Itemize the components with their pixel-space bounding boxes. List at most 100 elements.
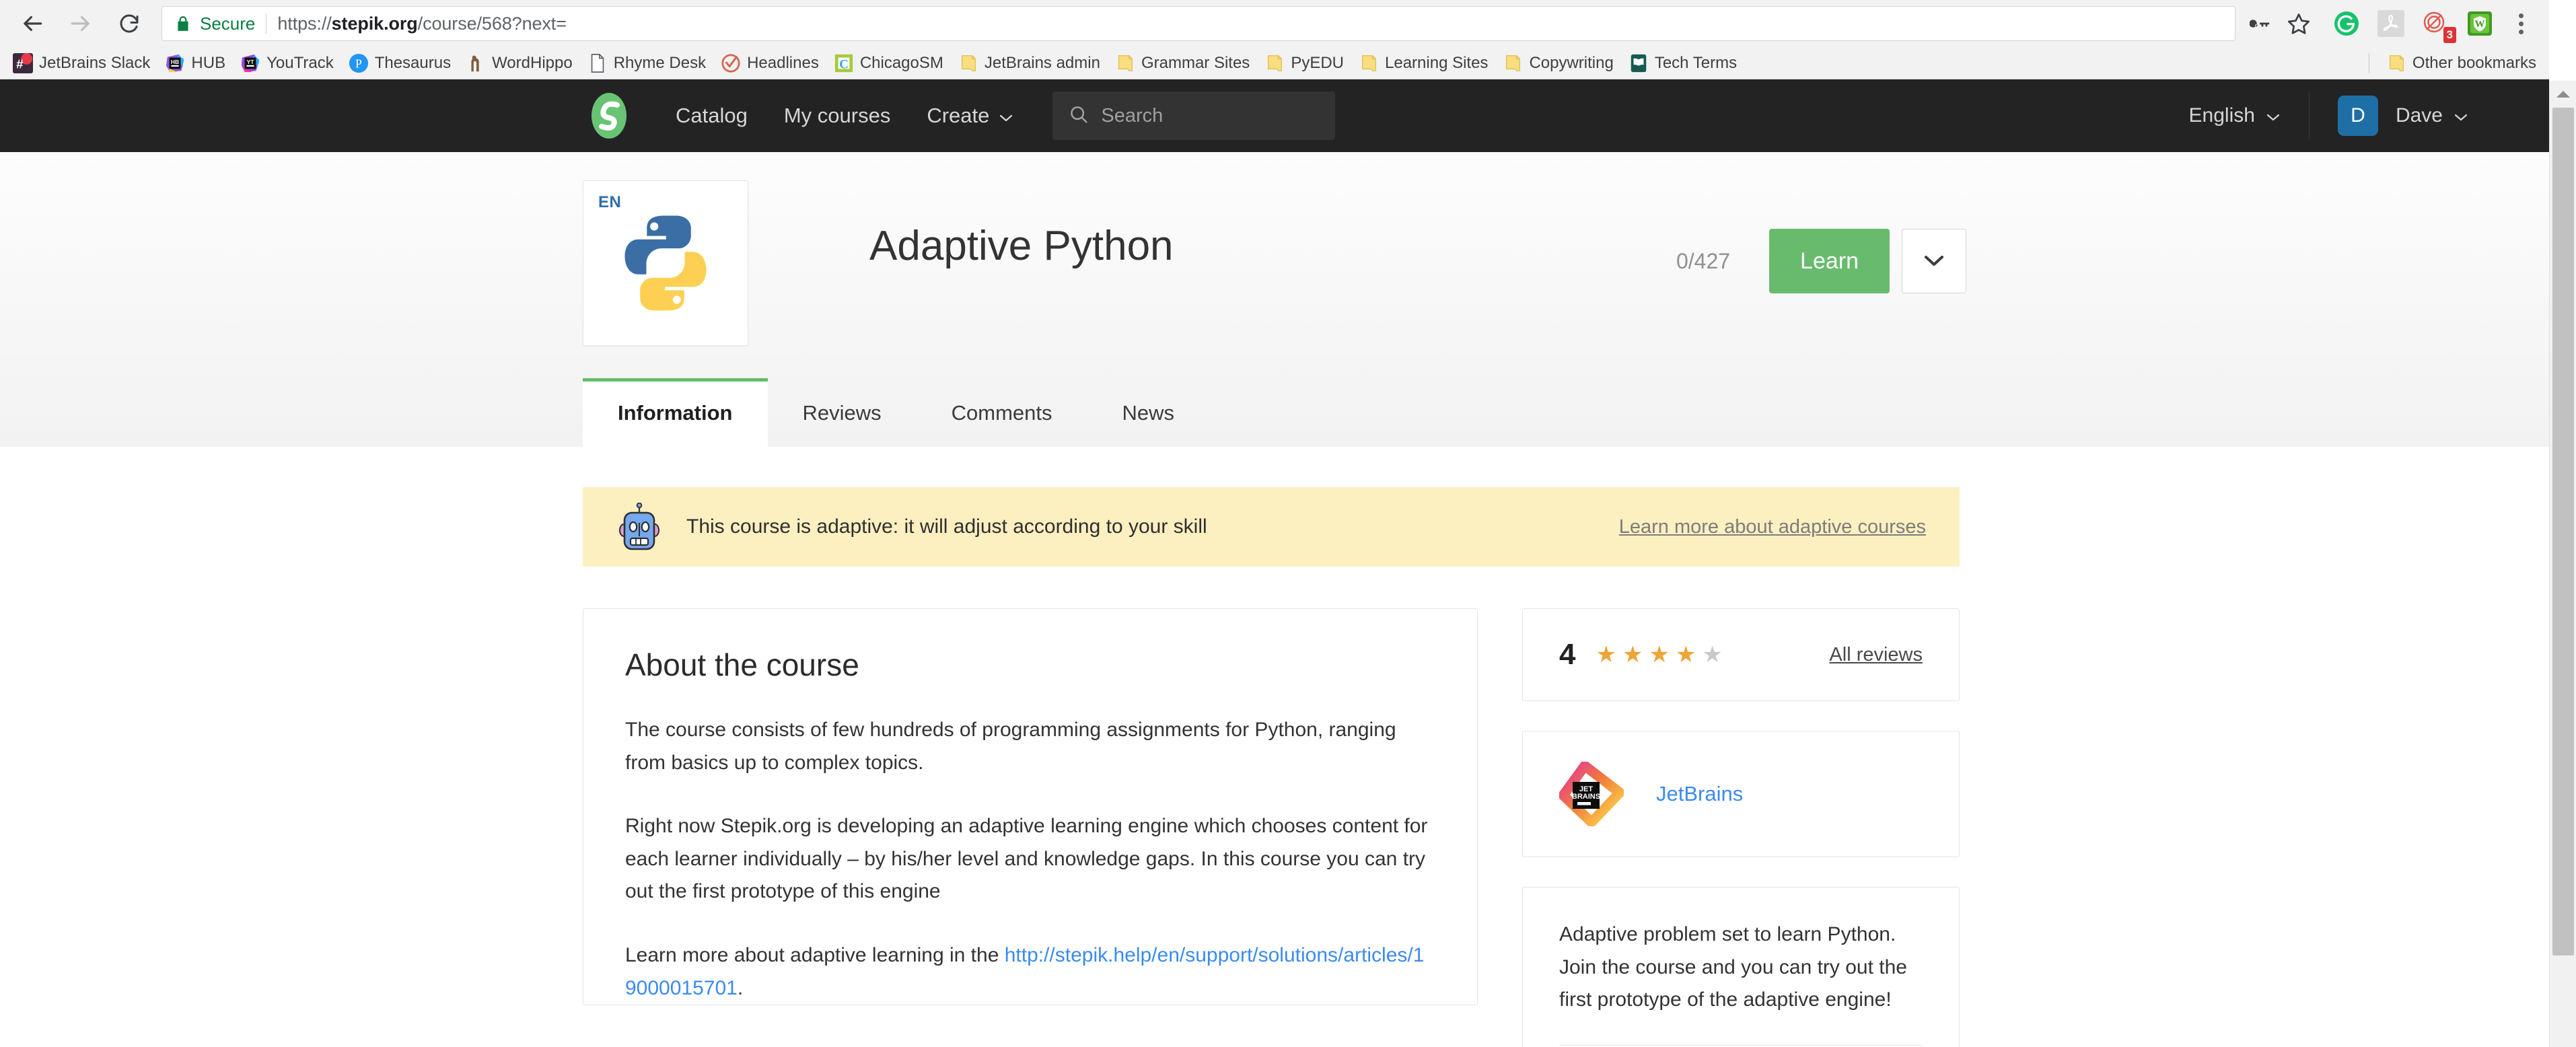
nav-create-label: Create — [927, 104, 990, 127]
svg-text:#: # — [16, 57, 24, 71]
book-icon — [1631, 54, 1647, 72]
bookmark-label: WordHippo — [492, 53, 573, 72]
lock-icon — [174, 15, 192, 32]
bookmark-copywriting[interactable]: Copywriting — [1495, 50, 1620, 76]
three-dot-menu-icon[interactable] — [2502, 1, 2540, 46]
bookmark-learning-sites[interactable]: Learning Sites — [1351, 50, 1495, 76]
url-host: stepik.org — [331, 13, 418, 34]
other-bookmarks-label: Other bookmarks — [2412, 53, 2536, 72]
bookmark-hub[interactable]: HB HUB — [157, 50, 233, 76]
adblock-extension-icon[interactable]: 3 — [2413, 1, 2458, 46]
tab-news[interactable]: News — [1087, 378, 1210, 447]
folder-icon — [2389, 55, 2404, 71]
bookmark-label: Headlines — [747, 53, 819, 72]
bookmark-headlines[interactable]: Headlines — [713, 50, 826, 76]
document-icon — [591, 53, 604, 73]
star-empty-5: ★ — [1702, 642, 1723, 667]
bookmark-jetbrains-slack[interactable]: # JetBrains Slack — [5, 50, 157, 76]
address-bar[interactable]: Secure https://stepik.org/course/568?nex… — [162, 6, 2235, 41]
tab-comments[interactable]: Comments — [917, 378, 1087, 447]
search-input[interactable] — [1101, 104, 1320, 127]
jetbrains-youtrack-icon: YT — [241, 54, 260, 72]
site-header: Catalog My courses Create English — [0, 79, 2549, 152]
bookmark-label: PyEDU — [1291, 53, 1344, 72]
nav-my-courses[interactable]: My courses — [784, 104, 890, 128]
folder-icon — [1118, 55, 1133, 71]
star-outline-icon[interactable] — [2281, 6, 2316, 41]
about-course-card: About the course The course consists of … — [583, 608, 1478, 1006]
bookmark-rhyme-desk[interactable]: Rhyme Desk — [580, 50, 713, 76]
grammarly-extension-icon[interactable] — [2324, 1, 2369, 46]
tab-label: Comments — [951, 401, 1052, 425]
star-filled-2: ★ — [1622, 642, 1644, 667]
tab-information[interactable]: Information — [583, 378, 768, 447]
key-icon[interactable] — [2244, 6, 2279, 41]
chevron-down-icon — [2266, 104, 2281, 127]
star-filled-4: ★ — [1675, 642, 1697, 667]
browser-window: Secure https://stepik.org/course/568?nex… — [0, 0, 2576, 1047]
search-box[interactable] — [1052, 92, 1336, 140]
bookmarks-bar: # JetBrains Slack HB HUB YT YouTrack P T… — [0, 47, 2549, 79]
course-header: EN Adaptive Python 0/427 Learn Informati… — [0, 152, 2549, 447]
adobe-acrobat-extension-icon[interactable] — [2369, 1, 2413, 46]
star-filled-1: ★ — [1596, 642, 1617, 667]
nav-my-courses-label: My courses — [783, 104, 891, 127]
nav-catalog[interactable]: Catalog — [676, 104, 748, 128]
bookmark-label: Learning Sites — [1385, 53, 1489, 72]
folder-icon — [1506, 55, 1521, 71]
jetbrains-logo-icon: JET BRAINS — [1559, 762, 1624, 826]
organization-card: JET BRAINS JetBrains — [1522, 731, 1960, 857]
bookmark-thesaurus[interactable]: P Thesaurus — [341, 50, 458, 76]
bookmark-label: HUB — [191, 53, 226, 72]
adaptive-courses-link[interactable]: Learn more about adaptive courses — [1619, 516, 1926, 538]
all-reviews-link[interactable]: All reviews — [1829, 644, 1923, 666]
scroll-up-arrow-icon[interactable] — [2550, 81, 2576, 108]
bookmark-label: Tech Terms — [1654, 53, 1738, 72]
nav-create[interactable]: Create — [927, 104, 1013, 128]
bookmark-youtrack[interactable]: YT YouTrack — [233, 50, 341, 76]
back-arrow-icon[interactable] — [9, 1, 55, 46]
learn-button[interactable]: Learn — [1769, 229, 1890, 293]
reload-icon[interactable] — [106, 1, 152, 46]
tab-label: Reviews — [802, 401, 882, 425]
wordhippo-icon — [471, 55, 479, 71]
browser-toolbar: Secure https://stepik.org/course/568?nex… — [0, 0, 2549, 47]
star-filled-3: ★ — [1649, 642, 1670, 667]
language-label: English — [2188, 104, 2255, 127]
url-path: /course/568?next= — [417, 13, 567, 34]
bookmark-grammar-sites[interactable]: Grammar Sites — [1108, 50, 1257, 76]
chevron-down-icon — [2454, 104, 2468, 127]
bookmark-tech-terms[interactable]: Tech Terms — [1621, 50, 1744, 76]
adaptive-notice-banner: This course is adaptive: it will adjust … — [583, 487, 1960, 567]
bookmark-wordhippo[interactable]: WordHippo — [458, 50, 580, 76]
page-scrollbar[interactable] — [2549, 81, 2576, 1047]
bookmark-chicagosm[interactable]: C ChicagoSM — [826, 50, 951, 76]
course-cover: EN — [583, 180, 748, 346]
user-menu[interactable]: Dave — [2396, 104, 2468, 127]
main-content: This course is adaptive: it will adjust … — [0, 487, 2549, 1047]
about-paragraph-3: Learn more about adaptive learning in th… — [625, 939, 1435, 1005]
other-bookmarks-button[interactable]: Other bookmarks — [2379, 50, 2544, 76]
summary-divider — [1559, 1044, 1923, 1046]
avatar[interactable]: D — [2337, 96, 2378, 136]
learn-dropdown-button[interactable] — [1902, 229, 1966, 293]
tab-reviews[interactable]: Reviews — [768, 378, 917, 447]
language-selector[interactable]: English — [2189, 104, 2281, 127]
bookmark-label: ChicagoSM — [859, 53, 943, 72]
bookmark-pyedu[interactable]: PyEDU — [1257, 50, 1351, 76]
bookmark-label: Copywriting — [1529, 53, 1614, 72]
stepik-logo-icon[interactable] — [583, 89, 635, 142]
search-icon — [1069, 104, 1089, 128]
about-paragraph-2: Right now Stepik.org is developing an ad… — [625, 815, 1428, 903]
robot-icon — [619, 503, 659, 550]
svg-text:C: C — [839, 57, 849, 71]
course-language-badge: EN — [598, 193, 622, 211]
about-heading: About the course — [625, 647, 859, 682]
bookmark-label: Thesaurus — [374, 53, 452, 72]
organization-link[interactable]: JetBrains — [1656, 782, 1743, 806]
forward-arrow-icon[interactable] — [58, 1, 104, 46]
header-divider — [2308, 92, 2310, 139]
bookmark-jetbrains-admin[interactable]: JetBrains admin — [951, 50, 1108, 76]
scrollbar-thumb[interactable] — [2552, 108, 2574, 955]
web-of-trust-extension-icon[interactable]: W — [2458, 1, 2502, 46]
